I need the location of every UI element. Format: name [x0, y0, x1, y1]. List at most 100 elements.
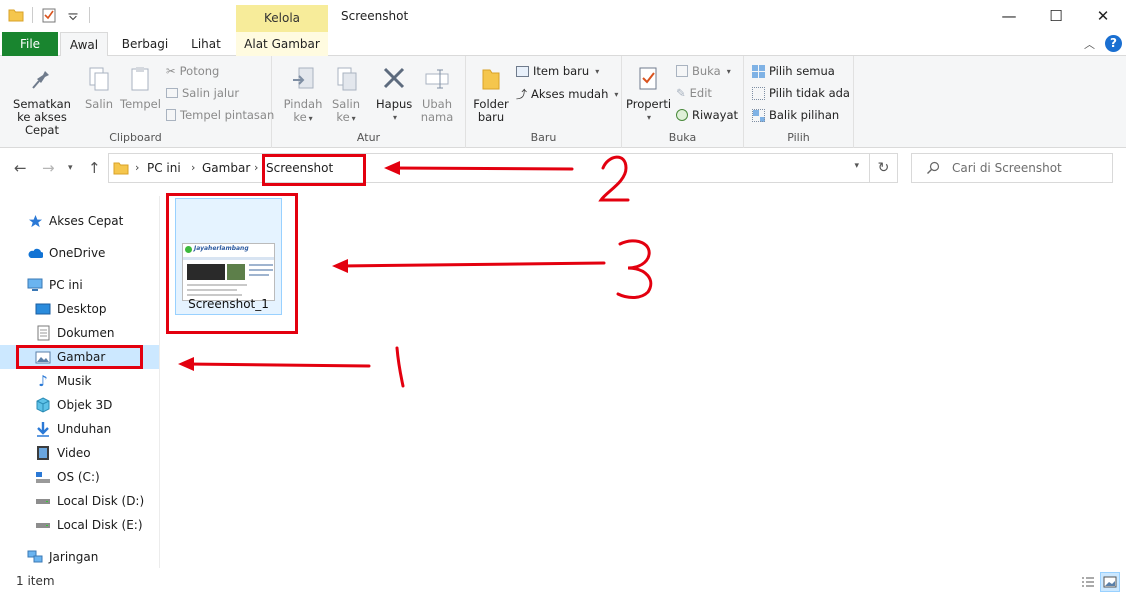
properties-button[interactable]: Properti ▾ [626, 64, 671, 124]
details-view-button[interactable] [1078, 572, 1098, 592]
copy-to-icon [337, 67, 357, 91]
address-dropdown-icon[interactable]: ▾ [854, 161, 859, 171]
pin-quick-access-button[interactable]: Sematkan ke akses Cepat [6, 64, 78, 137]
history-icon [676, 109, 688, 121]
copy-to-button[interactable]: Salin ke ▾ [330, 64, 362, 125]
open-icon [676, 65, 688, 77]
status-bar: 1 item [0, 570, 1126, 594]
cut-button[interactable]: ✂ Potong [166, 64, 219, 78]
star-icon [27, 213, 43, 229]
move-to-button[interactable]: Pindah ke ▾ [282, 64, 324, 125]
forward-arrow-icon[interactable]: → [42, 159, 55, 177]
search-icon [927, 161, 940, 174]
properties-check-icon[interactable] [41, 6, 57, 24]
nav-item-os-c[interactable]: OS (C:) [0, 465, 159, 489]
breadcrumb-chevron-icon[interactable]: › [254, 161, 258, 174]
tab-lihat[interactable]: Lihat [182, 32, 230, 56]
nav-item-akses-cepat[interactable]: Akses Cepat [0, 209, 159, 233]
new-group-label: Baru [530, 131, 557, 144]
annotation-label-3: 3 [620, 290, 626, 301]
back-arrow-icon[interactable]: ← [14, 159, 27, 177]
tab-berbagi[interactable]: Berbagi [116, 32, 174, 56]
music-icon: ♪ [38, 372, 48, 390]
breadcrumb-chevron-icon[interactable]: › [135, 161, 139, 174]
annotation-label-2: 2 [600, 192, 606, 203]
invert-selection-button[interactable]: Balik pilihan [752, 108, 839, 122]
new-folder-button[interactable]: Folder baru [470, 64, 512, 124]
annotation-label-1: 1 [398, 378, 404, 389]
computer-icon [27, 277, 43, 293]
nav-item-local-disk-e[interactable]: Local Disk (E:) [0, 513, 159, 537]
recent-locations-icon[interactable]: ▾ [68, 163, 73, 173]
copy-path-button[interactable]: Salin jalur [166, 86, 239, 100]
tab-awal[interactable]: Awal [60, 32, 108, 57]
annotation-box-file [166, 193, 298, 334]
arrowhead-gambar [178, 357, 194, 371]
nav-item-musik[interactable]: ♪ Musik [0, 369, 159, 393]
cube-icon [35, 397, 51, 413]
video-icon [35, 445, 51, 461]
tab-alat-gambar[interactable]: Alat Gambar [236, 32, 328, 56]
paste-button[interactable]: Tempel [120, 64, 161, 111]
help-icon[interactable]: ? [1105, 35, 1122, 52]
title-bar: Kelola Screenshot — ☐ ✕ [0, 0, 1126, 32]
search-input[interactable] [952, 159, 1107, 177]
edit-icon: ✎ [676, 86, 686, 100]
large-icons-view-icon [1103, 576, 1117, 588]
invert-selection-icon [752, 108, 765, 122]
paste-shortcut-icon [166, 109, 176, 121]
rename-button[interactable]: Ubah nama [418, 64, 456, 124]
refresh-button[interactable]: ↻ [870, 153, 898, 183]
edit-button[interactable]: ✎ Edit [676, 86, 712, 100]
arrowhead-file [332, 259, 348, 273]
nav-item-jaringan[interactable]: Jaringan [0, 545, 159, 569]
paste-shortcut-button[interactable]: Tempel pintasan [166, 108, 274, 122]
navigation-pane: Akses Cepat OneDrive PC ini Desktop Doku… [0, 196, 160, 568]
large-icons-view-button[interactable] [1100, 572, 1120, 592]
open-button[interactable]: Buka ▾ [676, 64, 731, 78]
nav-item-video[interactable]: Video [0, 441, 159, 465]
maximize-button[interactable]: ☐ [1033, 0, 1079, 32]
os-drive-icon [35, 469, 51, 485]
nav-item-objek-3d[interactable]: Objek 3D [0, 393, 159, 417]
nav-item-local-disk-d[interactable]: Local Disk (D:) [0, 489, 159, 513]
up-arrow-icon[interactable]: ↑ [88, 159, 101, 177]
nav-item-desktop[interactable]: Desktop [0, 297, 159, 321]
new-item-button[interactable]: Item baru ▾ [516, 64, 599, 78]
copy-button[interactable]: Salin [84, 64, 114, 111]
address-bar[interactable]: › PC ini › Gambar › Screenshot ▾ [108, 153, 870, 183]
document-icon [35, 325, 51, 341]
nav-item-dokumen[interactable]: Dokumen [0, 321, 159, 345]
rename-icon [425, 69, 449, 89]
scissors-icon: ✂ [166, 64, 176, 78]
details-view-icon [1082, 577, 1094, 587]
select-group: Pilih semua Pilih tidak ada Balik piliha… [744, 56, 854, 148]
easy-access-button[interactable]: ⤴ Akses mudah ▾ [516, 86, 618, 102]
nav-item-pc-ini[interactable]: PC ini [0, 273, 159, 297]
select-none-button[interactable]: Pilih tidak ada [752, 86, 850, 100]
close-button[interactable]: ✕ [1080, 0, 1126, 32]
copy-icon [89, 67, 109, 91]
context-tab-band: Kelola [236, 5, 328, 32]
search-box[interactable] [911, 153, 1113, 183]
breadcrumb-gambar[interactable]: Gambar [202, 161, 250, 175]
new-folder-icon [482, 69, 500, 90]
tab-file[interactable]: File [2, 32, 58, 56]
new-group: Folder baru Item baru ▾ ⤴ Akses mudah ▾ Bar… [466, 56, 622, 148]
pin-icon [32, 68, 49, 89]
nav-item-onedrive[interactable]: OneDrive [0, 241, 159, 265]
select-all-button[interactable]: Pilih semua [752, 64, 835, 78]
history-button[interactable]: Riwayat [676, 108, 738, 122]
customize-dropdown-icon[interactable] [65, 6, 81, 24]
nav-item-unduhan[interactable]: Unduhan [0, 417, 159, 441]
organize-group-label: Atur [356, 131, 381, 144]
handwritten-number-3 [616, 239, 653, 299]
delete-button[interactable]: Hapus ▾ [376, 64, 412, 124]
collapse-ribbon-icon[interactable]: ︿ [1084, 36, 1095, 52]
cloud-icon [27, 245, 43, 261]
breadcrumb-pc-ini[interactable]: PC ini [147, 161, 181, 175]
minimize-button[interactable]: — [986, 0, 1032, 32]
delete-x-icon [383, 67, 405, 89]
breadcrumb-chevron-icon[interactable]: › [191, 161, 195, 174]
select-group-label: Pilih [787, 131, 810, 144]
